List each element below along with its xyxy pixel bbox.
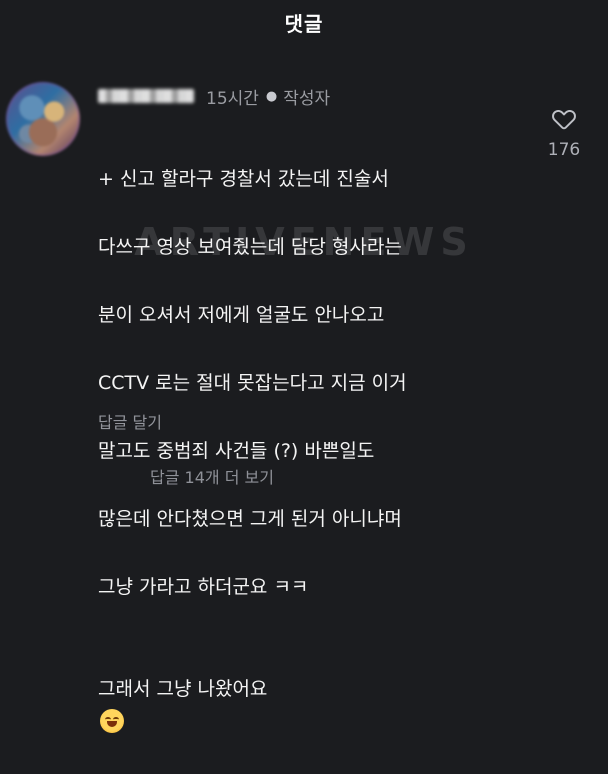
view-more-replies-button[interactable]: 답글 14개 더 보기 (150, 464, 274, 488)
separator-dot-icon: ● (265, 88, 278, 104)
comment-time: 15시간 (206, 88, 259, 109)
comment-line: 그래서 그냥 나왔어요 (98, 678, 268, 700)
comment-meta: 15시간 ● 작성자 (98, 84, 331, 109)
like-count: 176 (547, 140, 581, 160)
comment-line: 말고도 중범죄 사건들 (?) 바쁜일도 (98, 440, 375, 462)
comment-line: 많은데 안다쳤으면 그게 된거 아니냐며 (98, 508, 402, 530)
avatar[interactable] (6, 82, 80, 156)
author-badge: 작성자 (283, 88, 331, 109)
comment-line: CCTV 로는 절대 못잡는다고 지금 이거 (98, 372, 407, 394)
reply-button[interactable]: 답글 달기 (98, 409, 162, 433)
laughing-emoji-icon (100, 709, 124, 733)
comment-line-last: 그래서 그냥 나왔어요 (98, 638, 528, 740)
like-section: 176 (534, 106, 594, 160)
comment-line: + 신고 할라구 경찰서 갔는데 진술서 (98, 168, 389, 190)
username-blurred[interactable] (98, 89, 194, 103)
comment-line: 그냥 가라고 하더군요 ㅋㅋ (98, 576, 309, 598)
header: 댓글 (0, 0, 608, 44)
comment-text: + 신고 할라구 경찰서 갔는데 진술서 다쓰구 영상 보여줬는데 담당 형사라… (98, 128, 528, 774)
page-title: 댓글 (284, 11, 324, 36)
comment-line: 분이 오셔서 저에게 얼굴도 안나오고 (98, 304, 385, 326)
comment-line: 다쓰구 영상 보여줬는데 담당 형사라는 (98, 236, 402, 258)
heart-icon[interactable] (551, 106, 577, 130)
